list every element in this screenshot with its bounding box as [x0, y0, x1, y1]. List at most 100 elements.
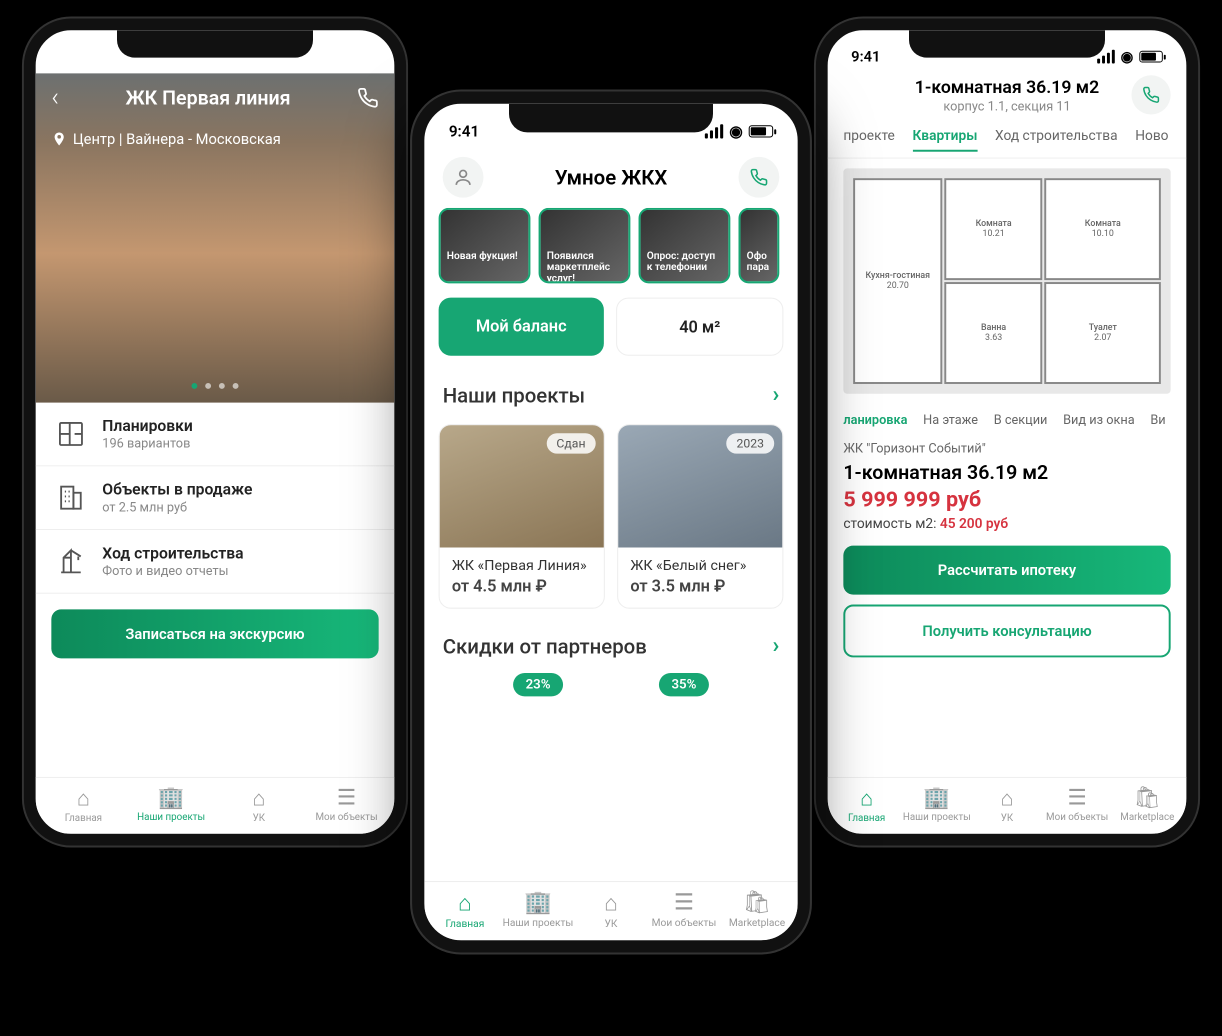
nav-home[interactable]: ⌂Главная: [428, 890, 501, 930]
apt-sub: корпус 1.1, секция 11: [877, 100, 1138, 115]
subtab-view[interactable]: Вид из окна: [1063, 413, 1135, 428]
crane-icon: [53, 544, 88, 579]
project-card[interactable]: Сдан ЖК «Первая Линия» от 4.5 млн ₽: [439, 424, 605, 609]
chevron-right-icon: ›: [773, 382, 780, 408]
nav-my-objects[interactable]: ☰Мои объекты: [647, 890, 720, 930]
call-button[interactable]: [738, 157, 779, 198]
story-card[interactable]: Опрос: доступ к телефонии: [639, 208, 731, 283]
nav-home[interactable]: ⌂Главная: [832, 786, 902, 824]
battery-icon: [749, 125, 773, 137]
stack-icon: ☰: [303, 786, 391, 811]
chevron-right-icon: ›: [773, 633, 780, 659]
subtab-section[interactable]: В секции: [994, 413, 1048, 428]
story-card[interactable]: Офо пара: [739, 208, 780, 283]
list-item-progress[interactable]: Ход строительства Фото и видео отчеты: [36, 530, 395, 594]
area-button[interactable]: 40 м²: [616, 298, 783, 356]
subtab-more[interactable]: Ви: [1150, 413, 1165, 428]
project-name: ЖК «Белый снег»: [618, 548, 782, 577]
story-card[interactable]: Появился маркетплейс услуг!: [539, 208, 631, 283]
nav-uk[interactable]: ⌂УК: [574, 890, 647, 930]
bag-icon: 🛍: [1112, 786, 1182, 811]
mortgage-button[interactable]: Рассчитать ипотеку: [843, 546, 1170, 595]
buildings-icon: 🏢: [127, 786, 215, 811]
consult-button[interactable]: Получить консультацию: [843, 604, 1170, 657]
home-icon: ⌂: [428, 890, 501, 917]
project-price: от 3.5 млн ₽: [618, 576, 782, 608]
home-icon: ⌂: [40, 786, 128, 811]
phone-center: 9:41 ◉ Умное ЖКХ Новая фукция! Появился …: [412, 92, 810, 953]
status-icons: ◉: [705, 122, 773, 140]
nav-projects[interactable]: 🏢Наши проекты: [902, 786, 972, 824]
list-item-objects[interactable]: Объекты в продаже от 2.5 млн руб: [36, 466, 395, 530]
top-bar: Умное ЖКХ: [424, 149, 797, 208]
battery-icon: [1139, 51, 1163, 63]
status-time: 9:41: [851, 48, 880, 66]
discount-badge[interactable]: 35%: [659, 673, 708, 696]
project-price: от 4.5 млн ₽: [440, 576, 604, 608]
buildings-icon: 🏢: [902, 786, 972, 811]
nav-projects[interactable]: 🏢Наши проекты: [501, 890, 574, 930]
book-tour-button[interactable]: Записаться на экскурсию: [51, 609, 378, 658]
tab-progress[interactable]: Ход строительства: [995, 128, 1118, 152]
tab-about[interactable]: проекте: [843, 128, 894, 152]
nav-projects[interactable]: 🏢Наши проекты: [127, 786, 215, 824]
nav-uk[interactable]: ⌂УК: [215, 786, 303, 824]
nav-my-objects[interactable]: ☰Мои объекты: [303, 786, 391, 824]
house-icon: ⌂: [972, 786, 1042, 811]
list-title: Планировки: [102, 416, 193, 435]
project-card[interactable]: 2023 ЖК «Белый снег» от 3.5 млн ₽: [617, 424, 783, 609]
balance-button[interactable]: Мой баланс: [439, 298, 604, 356]
project-image: Сдан: [440, 425, 604, 547]
subtab-floor[interactable]: На этаже: [923, 413, 978, 428]
nav-marketplace[interactable]: 🛍Marketplace: [721, 890, 794, 930]
nav-uk[interactable]: ⌂УК: [972, 786, 1042, 824]
projects-header[interactable]: Наши проекты ›: [424, 372, 797, 418]
apt-name: 1-комнатная 36.19 м2: [843, 460, 1170, 484]
list-sub: Фото и видео отчеты: [102, 564, 243, 579]
bag-icon: 🛍: [721, 890, 794, 916]
apt-title: 1-комнатная 36.19 м2: [877, 77, 1138, 98]
project-image: 2023: [618, 425, 782, 547]
house-icon: ⌂: [574, 890, 647, 917]
discount-badge[interactable]: 23%: [513, 673, 562, 696]
call-button[interactable]: [1131, 75, 1170, 114]
subtab-plan[interactable]: ланировка: [843, 413, 907, 428]
section-title: Скидки от партнеров: [443, 634, 647, 658]
apt-header: 1-комнатная 36.19 м2 корпус 1.1, секция …: [828, 73, 1187, 122]
profile-button[interactable]: [443, 157, 484, 198]
app-title: Умное ЖКХ: [555, 165, 668, 189]
stack-icon: ☰: [1042, 786, 1112, 811]
list-item-plans[interactable]: Планировки 196 вариантов: [36, 403, 395, 467]
status-time: 9:41: [59, 48, 88, 66]
story-card[interactable]: Новая фукция!: [439, 208, 531, 283]
status-icons: ◉: [305, 48, 371, 66]
nav-bar: ⌂Главная 🏢Наши проекты ⌂УК ☰Мои объекты …: [828, 777, 1187, 834]
room: Комната10.21: [944, 178, 1042, 280]
nav-marketplace[interactable]: 🛍Marketplace: [1112, 786, 1182, 824]
stories-row[interactable]: Новая фукция! Появился маркетплейс услуг…: [424, 208, 797, 298]
carousel-dots[interactable]: [191, 383, 238, 389]
wifi-icon: ◉: [729, 122, 742, 140]
nav-bar: ⌂Главная 🏢Наши проекты ⌂УК ☰Мои объекты …: [424, 881, 797, 940]
tab-news[interactable]: Ново: [1135, 128, 1168, 152]
building-icon: [53, 480, 88, 515]
discounts-header[interactable]: Скидки от партнеров ›: [424, 623, 797, 669]
tab-apartments[interactable]: Квартиры: [912, 128, 977, 152]
call-icon[interactable]: [357, 87, 379, 109]
nav-my-objects[interactable]: ☰Мои объекты: [1042, 786, 1112, 824]
status-time: 9:41: [449, 122, 479, 140]
discounts-row: 23% 35%: [424, 669, 797, 701]
page-title: ЖК Первая линия: [125, 86, 290, 110]
complex-name: ЖК "Горизонт Событий": [843, 442, 1170, 457]
pin-icon: [51, 131, 67, 147]
main-tabs: проекте Квартиры Ход строительства Ново: [828, 122, 1187, 158]
hero-image[interactable]: ‹ ЖК Первая линия Центр | Вайнера - Моск…: [36, 73, 395, 402]
nav-home[interactable]: ⌂Главная: [40, 786, 128, 824]
nav-bar: ⌂Главная 🏢Наши проекты ⌂УК ☰Мои объекты: [36, 777, 395, 834]
project-badge: Сдан: [546, 433, 595, 453]
room: Туалет2.07: [1045, 282, 1161, 384]
section-title: Наши проекты: [443, 383, 585, 407]
location-row: Центр | Вайнера - Московская: [36, 122, 395, 155]
back-icon[interactable]: ‹: [51, 83, 59, 112]
floorplan-image[interactable]: Комната10.21 Комната10.10 Кухня-гостиная…: [843, 168, 1170, 393]
